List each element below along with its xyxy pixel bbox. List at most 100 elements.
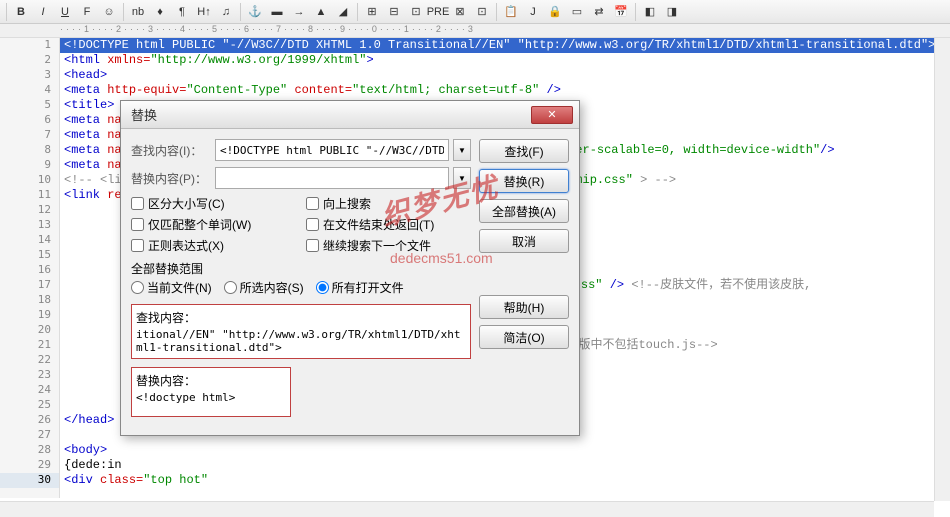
code-line[interactable]: {dede:in [60,458,950,473]
line-number: 17 [0,278,59,293]
help-button[interactable]: 帮助(H) [479,295,569,319]
replace-all-button[interactable]: 全部替换(A) [479,199,569,223]
music-button[interactable]: ♫ [216,2,236,22]
line-number: 27 [0,428,59,443]
checkbox-option[interactable]: 向上搜索 [306,195,471,212]
radio-option[interactable]: 所选内容(S) [224,279,304,296]
find-label: 查找内容(I)： [131,142,211,159]
line-gutter: 1234567891011121314151617181920212223242… [0,38,60,498]
anchor-button[interactable]: ⚓ [245,2,265,22]
line-number: 3 [0,68,59,83]
grid5-button[interactable]: ⊡ [472,2,492,22]
checkbox-option[interactable]: 仅匹配整个单词(W) [131,216,296,233]
pre-button[interactable]: PRE [428,2,448,22]
dialog-titlebar[interactable]: 替换 ✕ [121,101,579,129]
line-number: 2 [0,53,59,68]
code-line[interactable]: <html xmlns="http://www.w3.org/1999/xhtm… [60,53,950,68]
clipboard-button[interactable]: 📋 [501,2,521,22]
bold-button[interactable]: B [11,2,31,22]
vertical-scrollbar[interactable] [934,38,950,501]
radio-option[interactable]: 当前文件(N) [131,279,212,296]
line-number: 16 [0,263,59,278]
code-line[interactable]: <head> [60,68,950,83]
replace-input[interactable] [215,167,449,189]
clear-button[interactable]: 简洁(O) [479,325,569,349]
para-button[interactable]: ¶ [172,2,192,22]
emoji-button[interactable]: ☺ [99,2,119,22]
replace-dropdown-icon[interactable]: ▼ [453,167,471,189]
line-number: 10 [0,173,59,188]
dialog-title: 替换 [131,105,531,124]
replace-label: 替换内容(P)： [131,170,211,187]
cancel-button[interactable]: 取消 [479,229,569,253]
code-line[interactable]: <meta http-equiv="Content-Type" content=… [60,83,950,98]
line-number: 23 [0,368,59,383]
line-number: 18 [0,293,59,308]
find-input[interactable] [215,139,449,161]
line-number: 14 [0,233,59,248]
panel1-button[interactable]: ◧ [640,2,660,22]
line-number: 1 [0,38,59,53]
line-number: 22 [0,353,59,368]
date-button[interactable]: 📅 [611,2,631,22]
line-number: 24 [0,383,59,398]
lock-button[interactable]: 🔒 [545,2,565,22]
font-button[interactable]: F [77,2,97,22]
line-number: 19 [0,308,59,323]
line-number: 30 [0,473,59,488]
line-number: 20 [0,323,59,338]
code-line[interactable]: <body> [60,443,950,458]
preview-find-content: itional//EN" "http://www.w3.org/TR/xhtml… [136,328,466,354]
line-number: 7 [0,128,59,143]
nb-button[interactable]: nb [128,2,148,22]
line-number: 15 [0,248,59,263]
arrow-button[interactable]: → [289,2,309,22]
line-number: 21 [0,338,59,353]
grid3-button[interactable]: ⊡ [406,2,426,22]
rect-button[interactable]: ▭ [567,2,587,22]
line-number: 9 [0,158,59,173]
italic-button[interactable]: I [33,2,53,22]
line-number: 28 [0,443,59,458]
preview-replace-content: <!doctype html> [136,391,286,404]
line-number: 29 [0,458,59,473]
grid4-button[interactable]: ⊠ [450,2,470,22]
checkbox-option[interactable]: 继续搜索下一个文件 [306,237,471,254]
line-number: 26 [0,413,59,428]
scope-label: 全部替换范围 [131,260,471,277]
grid2-button[interactable]: ⊟ [384,2,404,22]
close-icon[interactable]: ✕ [531,106,573,124]
horizontal-scrollbar[interactable] [0,501,934,517]
line-number: 25 [0,398,59,413]
hr-button[interactable]: ▬ [267,2,287,22]
line-number: 13 [0,218,59,233]
checkbox-option[interactable]: 正则表达式(X) [131,237,296,254]
corner-button[interactable]: ◢ [333,2,353,22]
line-number: 8 [0,143,59,158]
grid1-button[interactable]: ⊞ [362,2,382,22]
preview-replace-label: 替换内容： [136,372,286,389]
swap-button[interactable]: ⇄ [589,2,609,22]
line-number: 11 [0,188,59,203]
replace-button[interactable]: 替换(R) [479,169,569,193]
line-number: 12 [0,203,59,218]
tri-button[interactable]: ▲ [311,2,331,22]
line-number: 6 [0,113,59,128]
checkbox-option[interactable]: 在文件结束处返回(T) [306,216,471,233]
code-line[interactable]: <!DOCTYPE html PUBLIC "-//W3C//DTD XHTML… [60,38,950,53]
bullet-button[interactable]: ♦ [150,2,170,22]
toolbar: B I U F ☺ nb ♦ ¶ H↑ ♫ ⚓ ▬ → ▲ ◢ ⊞ ⊟ ⊡ PR… [0,0,950,24]
heading-button[interactable]: H↑ [194,2,214,22]
line-number: 4 [0,83,59,98]
checkbox-option[interactable]: 区分大小写(C) [131,195,296,212]
preview-find-label: 查找内容： [136,309,466,326]
ruler: ····1····2····3····4····5····6····7····8… [0,24,950,38]
find-dropdown-icon[interactable]: ▼ [453,139,471,161]
replace-dialog: 替换 ✕ 查找内容(I)： ▼ 替换内容(P)： ▼ 区分大小写(C) 向上搜索仅… [120,100,580,436]
find-button[interactable]: 查找(F) [479,139,569,163]
underline-button[interactable]: U [55,2,75,22]
radio-option[interactable]: 所有打开文件 [316,279,404,296]
j-button[interactable]: J [523,2,543,22]
code-line[interactable]: <div class="top hot" [60,473,950,488]
panel2-button[interactable]: ◨ [662,2,682,22]
